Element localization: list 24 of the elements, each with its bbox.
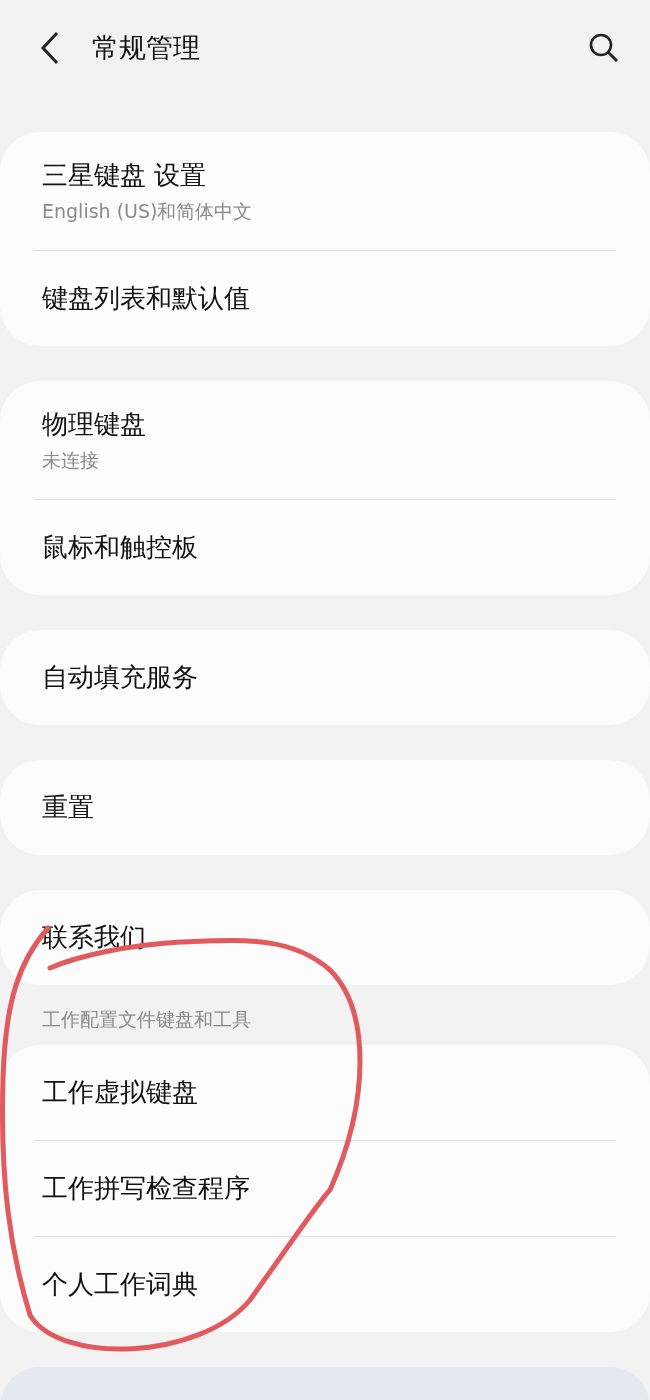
item-title: 工作拼写检查程序: [42, 1172, 251, 1205]
item-subtitle: 未连接: [42, 447, 100, 473]
page-title: 常规管理: [92, 31, 201, 65]
settings-item[interactable]: 个人工作词典: [0, 1237, 650, 1332]
settings-item[interactable]: 自动填充服务: [0, 630, 650, 725]
item-title: 键盘列表和默认值: [42, 282, 251, 315]
item-title: 个人工作词典: [42, 1268, 199, 1301]
item-title: 工作虚拟键盘: [42, 1076, 199, 1109]
back-icon: [40, 31, 60, 65]
item-title: 鼠标和触控板: [42, 531, 199, 564]
settings-item[interactable]: 重置: [0, 760, 650, 855]
section-heading: 工作配置文件键盘和工具: [41, 1007, 252, 1032]
item-title: 自动填充服务: [42, 661, 199, 694]
item-title: 三星键盘 设置: [42, 158, 208, 192]
settings-item[interactable]: 键盘列表和默认值: [0, 251, 650, 346]
settings-item[interactable]: 工作虚拟键盘: [0, 1045, 650, 1140]
settings-item[interactable]: 三星键盘 设置 English (US)和简体中文: [0, 132, 650, 250]
settings-item[interactable]: 鼠标和触控板: [0, 500, 650, 595]
settings-item[interactable]: 工作拼写检查程序: [0, 1141, 650, 1236]
item-title: 重置: [42, 791, 95, 824]
search-icon: [588, 32, 620, 64]
item-title: 物理键盘: [42, 407, 147, 441]
settings-item[interactable]: 物理键盘 未连接: [0, 381, 650, 499]
item-subtitle: English (US)和简体中文: [42, 198, 254, 224]
